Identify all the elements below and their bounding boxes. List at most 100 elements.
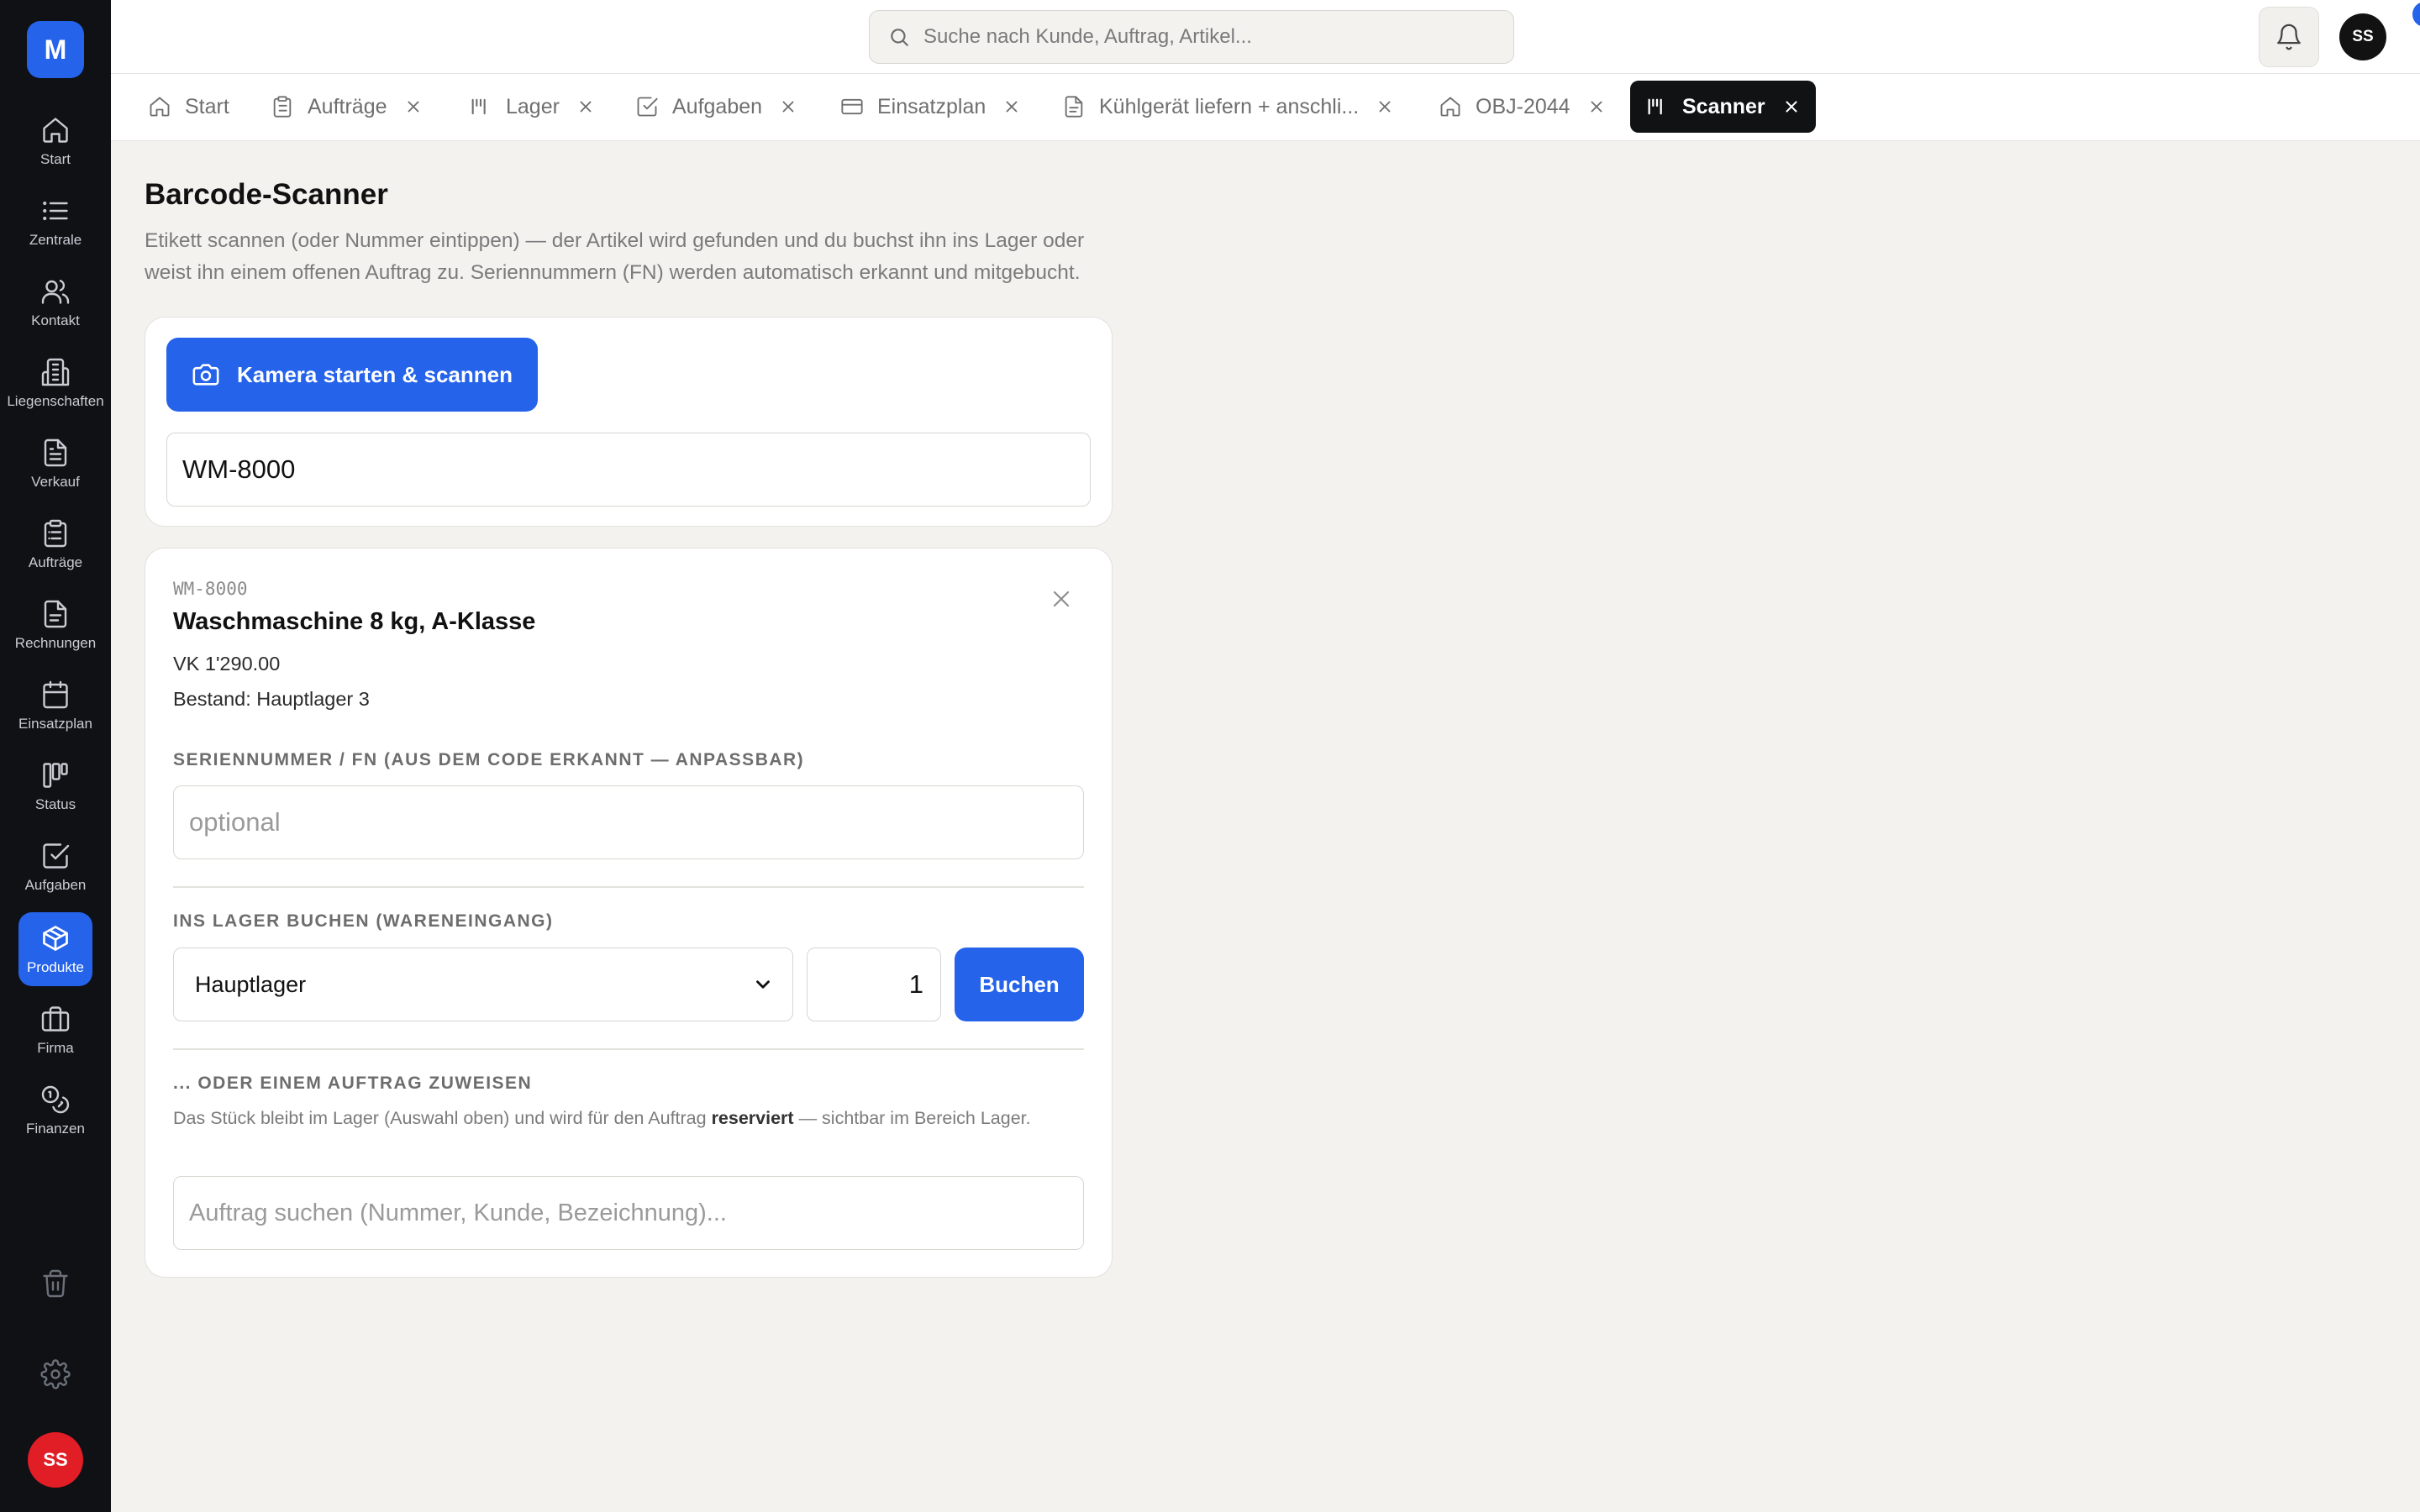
tab-kuehlgeraet[interactable]: Kühlgerät liefern + anschli... [1047,81,1409,133]
close-icon[interactable] [1587,97,1606,116]
tab-obj-2044[interactable]: OBJ-2044 [1423,81,1621,133]
sidebar-item-rechnungen[interactable]: Rechnungen [15,588,96,662]
close-icon[interactable] [404,97,423,116]
sidebar-item-label: Status [34,795,76,812]
document-icon [1062,95,1086,118]
sidebar: M Start Zentrale Kontakt Liegenschaften … [0,0,111,1512]
sidebar-item-zentrale[interactable]: Zentrale [18,185,92,259]
close-icon[interactable] [576,97,595,116]
camera-icon [192,360,220,389]
global-search[interactable] [869,10,1514,64]
briefcase-icon [40,1004,71,1034]
search-icon [888,26,910,48]
close-icon[interactable] [1048,585,1075,612]
article-sku: WM-8000 [173,579,248,599]
tab-einsatzplan[interactable]: Einsatzplan [825,81,1036,133]
clipboard-icon [40,518,71,549]
article-stock: Bestand: Hauptlager 3 [173,688,370,710]
tab-label: Lager [506,94,560,118]
tab-label: Kühlgerät liefern + anschli... [1099,94,1360,118]
sidebar-item-label: Aufträge [28,554,83,570]
sidebar-item-label: Start [40,150,71,167]
close-icon[interactable] [1782,97,1801,116]
tab-start[interactable]: Start [133,81,245,133]
sidebar-item-label: Kontakt [31,312,80,328]
sidebar-item-liegenschaften[interactable]: Liegenschaften [7,346,104,420]
package-icon [40,923,71,953]
scan-card: Kamera starten & scannen [145,317,1113,527]
list-icon [40,196,71,226]
assign-order-label: ... ODER EINEM AUFTRAG ZUWEISEN [173,1074,533,1093]
close-icon[interactable] [779,97,797,116]
sidebar-item-label: Zentrale [29,231,82,248]
sidebar-item-start[interactable]: Start [18,104,92,178]
quantity-input[interactable] [807,948,941,1021]
section-divider [173,1048,1084,1050]
user-avatar[interactable]: SS [28,1432,83,1488]
article-price: VK 1'290.00 [173,653,281,675]
warehouse-select-value: Hauptlager [195,971,307,997]
sidebar-item-label: Firma [37,1039,74,1056]
assign-help-text: Das Stück bleibt im Lager (Auswahl oben)… [173,1108,712,1128]
notifications-button[interactable] [2259,7,2319,67]
tab-bar: Start Aufträge Lager Aufgaben Einsatzpla… [111,74,2420,141]
assign-help-emphasis: reserviert [711,1108,794,1128]
close-icon[interactable] [1376,97,1394,116]
warehouse-select[interactable]: Hauptlager [173,948,793,1021]
checkbox-icon [635,95,659,118]
sidebar-item-auftraege[interactable]: Aufträge [18,507,92,581]
code-input[interactable] [166,433,1091,507]
book-button[interactable]: Buchen [955,948,1084,1021]
sidebar-item-aufgaben[interactable]: Aufgaben [18,830,92,904]
coins-icon [40,1084,71,1115]
sidebar-item-produkte[interactable]: Produkte [18,912,92,986]
assign-help-text-end: — sichtbar im Bereich Lager. [793,1108,1031,1128]
serial-number-input[interactable] [173,785,1084,859]
home-icon [148,95,171,118]
search-input[interactable] [923,25,1495,49]
clipboard-icon [271,95,294,118]
trash-icon[interactable] [37,1265,74,1302]
sidebar-item-label: Aufgaben [24,876,87,893]
sidebar-item-verkauf[interactable]: Verkauf [18,427,92,501]
start-camera-button[interactable]: Kamera starten & scannen [166,338,538,412]
gear-icon[interactable] [37,1356,74,1393]
page-title: Barcode-Scanner [145,178,388,211]
kanban-icon [40,760,71,790]
top-bar: 2 SS [111,0,2420,74]
home-icon [1439,95,1462,118]
sidebar-item-label: Liegenschaften [7,392,104,409]
start-camera-label: Kamera starten & scannen [236,361,513,387]
barcode-icon [1645,95,1669,118]
page-description: Etikett scannen (oder Nummer eintippen) … [145,229,1085,284]
tab-label: Scanner [1682,94,1765,118]
users-icon [40,276,71,307]
building-icon [40,357,71,387]
sidebar-item-finanzen[interactable]: Finanzen [18,1074,92,1147]
document-icon [40,438,71,468]
tab-aufgaben[interactable]: Aufgaben [620,81,813,133]
home-icon [40,115,71,145]
order-search-input[interactable] [173,1176,1084,1250]
sidebar-item-status[interactable]: Status [18,749,92,823]
tab-lager[interactable]: Lager [454,81,610,133]
app-logo[interactable]: M [27,21,84,78]
card-icon [840,95,864,118]
sidebar-item-kontakt[interactable]: Kontakt [18,265,92,339]
section-divider [173,886,1084,888]
checkbox-icon [40,841,71,871]
tab-label: OBJ-2044 [1476,94,1570,118]
article-card: WM-8000 Waschmaschine 8 kg, A-Klasse VK … [145,548,1113,1278]
sidebar-item-firma[interactable]: Firma [18,993,92,1067]
tab-auftraege[interactable]: Aufträge [255,81,438,133]
sidebar-item-label: Verkauf [31,473,80,490]
serial-number-label: SERIENNUMMER / FN (AUS DEM CODE ERKANNT … [173,750,805,769]
tab-scanner[interactable]: Scanner [1630,81,1816,133]
tab-label: Einsatzplan [877,94,986,118]
close-icon[interactable] [1002,97,1021,116]
sidebar-item-einsatzplan[interactable]: Einsatzplan [18,669,92,743]
tab-label: Aufträge [308,94,387,118]
notification-badge: 2 [2411,0,2420,29]
assign-order-help: Das Stück bleibt im Lager (Auswahl oben)… [173,1104,1055,1132]
user-menu-avatar[interactable]: SS [2339,13,2386,60]
